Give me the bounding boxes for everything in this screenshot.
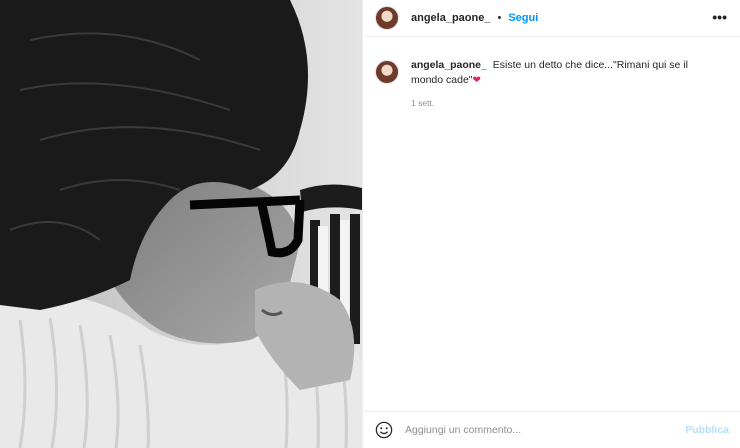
caption-body: angela_paone_ Esiste un detto che dice..…	[411, 58, 711, 108]
caption-username[interactable]: angela_paone_	[411, 59, 487, 71]
heart-emoji-icon: ❤	[472, 75, 481, 86]
post-side-panel: angela_paone_ • Segui ••• angela_paone_ …	[362, 0, 740, 448]
follow-button[interactable]: Segui	[508, 12, 538, 24]
post-username[interactable]: angela_paone_	[411, 12, 490, 24]
emoji-icon[interactable]	[375, 421, 393, 439]
caption-avatar[interactable]	[375, 60, 399, 84]
separator-dot: •	[497, 12, 502, 24]
more-options-icon[interactable]: •••	[712, 10, 727, 24]
caption-comment: angela_paone_ Esiste un detto che dice..…	[375, 58, 729, 108]
add-comment-bar: Pubblica	[363, 411, 740, 448]
avatar[interactable]	[375, 6, 399, 30]
post-photo	[0, 0, 362, 448]
post-photo-image	[0, 0, 362, 448]
post-header: angela_paone_ • Segui •••	[363, 0, 740, 37]
publish-button[interactable]: Pubblica	[685, 424, 729, 436]
comment-input[interactable]	[405, 424, 665, 436]
caption-timestamp[interactable]: 1 sett.	[411, 98, 711, 108]
caption-text-block: angela_paone_ Esiste un detto che dice..…	[411, 58, 711, 88]
